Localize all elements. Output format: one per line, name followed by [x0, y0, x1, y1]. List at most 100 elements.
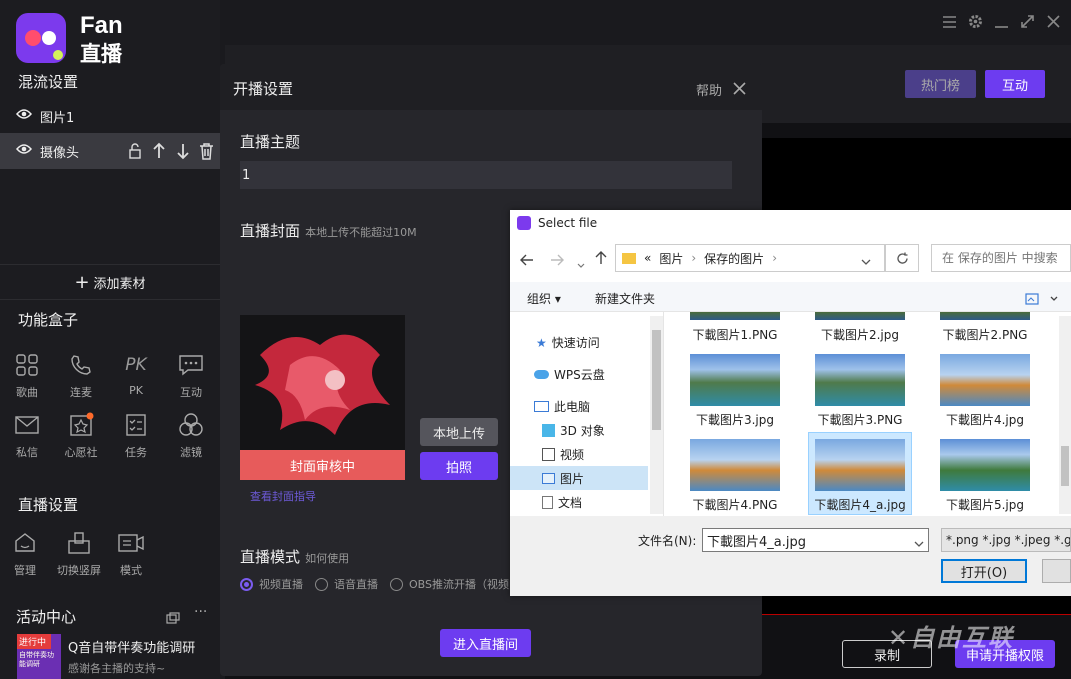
move-up-icon[interactable]: [152, 142, 166, 164]
address-bar[interactable]: « 图片 › 保存的图片 ›: [615, 244, 885, 272]
tool-songs[interactable]: 歌曲: [4, 350, 50, 400]
new-folder-button[interactable]: 新建文件夹: [595, 290, 655, 307]
filename-input[interactable]: 下載图片4_a.jpg: [702, 528, 929, 552]
chevron-down-icon[interactable]: [861, 255, 871, 269]
help-link[interactable]: 帮助: [696, 80, 722, 99]
file-item[interactable]: 下載图片4.jpg: [930, 411, 1040, 428]
breadcrumb-overflow[interactable]: «: [644, 251, 651, 265]
minimize-icon[interactable]: [994, 14, 1009, 33]
breadcrumb-pictures[interactable]: 图片: [659, 250, 683, 267]
activity-thumbnail[interactable]: 进行中 自带伴奏功能调研: [17, 634, 61, 679]
tree-quick-access[interactable]: ★ 快速访问: [536, 334, 600, 351]
enter-live-room-button[interactable]: 进入直播间: [440, 629, 531, 657]
tree-label: 快速访问: [551, 336, 600, 350]
tree-pictures[interactable]: 图片: [542, 470, 584, 487]
activity-title[interactable]: Q音自带伴奏功能调研: [68, 637, 195, 656]
tool-interact[interactable]: 互动: [168, 350, 214, 400]
tree-documents[interactable]: 文档: [542, 494, 582, 511]
menu-icon[interactable]: [942, 14, 957, 33]
radio-obs[interactable]: [390, 577, 403, 591]
cover-review-status: 封面审核中: [240, 450, 405, 480]
mode-obs-label: OBS推流开播（视频: [409, 578, 509, 591]
file-item[interactable]: 下載图片4.PNG: [680, 496, 790, 513]
tool-label: 私信: [16, 446, 38, 459]
file-item[interactable]: 下載图片2.jpg: [805, 326, 915, 343]
layer-item-camera[interactable]: 摄像头: [0, 133, 220, 169]
cover-guide-link[interactable]: 查看封面指导: [250, 488, 316, 504]
file-item[interactable]: 下載图片1.PNG: [680, 326, 790, 343]
cover-image[interactable]: [240, 315, 405, 450]
popout-icon[interactable]: [166, 609, 180, 628]
home-icon: [2, 528, 48, 558]
eye-icon[interactable]: [16, 143, 32, 159]
chevron-down-icon[interactable]: [914, 537, 924, 552]
tool-wish[interactable]: 心愿社: [58, 410, 104, 460]
add-material-button[interactable]: + 添加素材: [0, 264, 220, 300]
files-scrollbar[interactable]: [1059, 316, 1071, 514]
tree-videos[interactable]: 视频: [542, 446, 584, 463]
back-arrow-icon[interactable]: [520, 251, 534, 270]
task-icon: [113, 410, 159, 440]
up-arrow-icon[interactable]: [595, 250, 607, 269]
gear-icon[interactable]: [968, 14, 983, 33]
eye-icon[interactable]: [16, 108, 32, 124]
file-item[interactable]: 下載图片3.jpg: [680, 411, 790, 428]
wish-icon: [58, 410, 104, 440]
topic-input[interactable]: [240, 161, 732, 189]
organize-menu[interactable]: 组织 ▾: [527, 290, 561, 307]
radio-audio[interactable]: [315, 577, 328, 591]
function-box-title: 功能盒子: [18, 311, 79, 329]
tool-task[interactable]: 任务: [113, 410, 159, 460]
file-item[interactable]: 下載图片4_a.jpg: [805, 496, 915, 513]
delete-icon[interactable]: [199, 142, 214, 164]
take-photo-button[interactable]: 拍照: [420, 452, 498, 480]
thumbnail: [815, 439, 905, 491]
tool-mode[interactable]: 模式: [108, 528, 154, 578]
tool-private-msg[interactable]: 私信: [4, 410, 50, 460]
search-input[interactable]: [931, 244, 1071, 272]
refresh-icon[interactable]: [885, 244, 919, 272]
open-button[interactable]: 打开(O): [941, 559, 1027, 583]
topic-label: 直播主题: [240, 133, 301, 151]
cover-row: 直播封面 本地上传不能超过10M: [240, 220, 417, 241]
tool-filter[interactable]: 滤镜: [168, 410, 214, 460]
thumbnail: [690, 312, 780, 320]
file-item[interactable]: 下載图片5.jpg: [930, 496, 1040, 513]
close-icon[interactable]: [733, 80, 746, 99]
tree-scrollbar[interactable]: [650, 316, 663, 514]
file-item[interactable]: 下載图片3.PNG: [805, 411, 915, 428]
view-options-icon[interactable]: [1025, 290, 1059, 309]
modal-title: 开播设置: [233, 80, 294, 98]
file-item[interactable]: 下載图片2.PNG: [930, 326, 1040, 343]
local-upload-button[interactable]: 本地上传: [420, 418, 498, 446]
move-down-icon[interactable]: [176, 142, 190, 164]
tool-mic-link[interactable]: 连麦: [58, 350, 104, 400]
hot-list-button[interactable]: 热门榜: [905, 70, 976, 98]
breadcrumb-saved-pictures[interactable]: 保存的图片: [704, 250, 764, 267]
tool-label: 心愿社: [64, 446, 98, 459]
tool-pk[interactable]: PK PK: [113, 350, 159, 397]
tree-wps-cloud[interactable]: WPS云盘: [534, 366, 605, 383]
maximize-icon[interactable]: [1020, 14, 1035, 33]
activity-subtitle: 感谢各主播的支持~: [68, 662, 166, 675]
forward-arrow-icon[interactable]: [550, 251, 564, 270]
radio-video[interactable]: [240, 577, 253, 591]
file-type-filter[interactable]: *.png *.jpg *.jpeg *.gif: [941, 528, 1071, 552]
chevron-down-icon[interactable]: [577, 254, 585, 273]
more-icon[interactable]: ···: [194, 604, 207, 620]
mode-hint[interactable]: 如何使用: [305, 552, 349, 565]
interact-button[interactable]: 互动: [985, 70, 1045, 98]
tree-this-pc[interactable]: 此电脑: [534, 398, 590, 415]
image-icon: [542, 473, 555, 484]
filter-icon: [168, 410, 214, 440]
pk-icon: PK: [125, 355, 147, 375]
star-icon: ★: [536, 335, 547, 350]
tool-manage[interactable]: 管理: [2, 528, 48, 578]
tree-3d-objects[interactable]: 3D 对象: [542, 422, 605, 439]
close-icon[interactable]: [1046, 14, 1061, 33]
lock-icon[interactable]: [128, 143, 142, 163]
tool-switch-portrait[interactable]: 切换竖屏: [54, 528, 104, 578]
tool-label: 切换竖屏: [57, 564, 101, 577]
cancel-button[interactable]: [1042, 559, 1071, 583]
layer-item-image[interactable]: 图片1: [0, 98, 220, 134]
